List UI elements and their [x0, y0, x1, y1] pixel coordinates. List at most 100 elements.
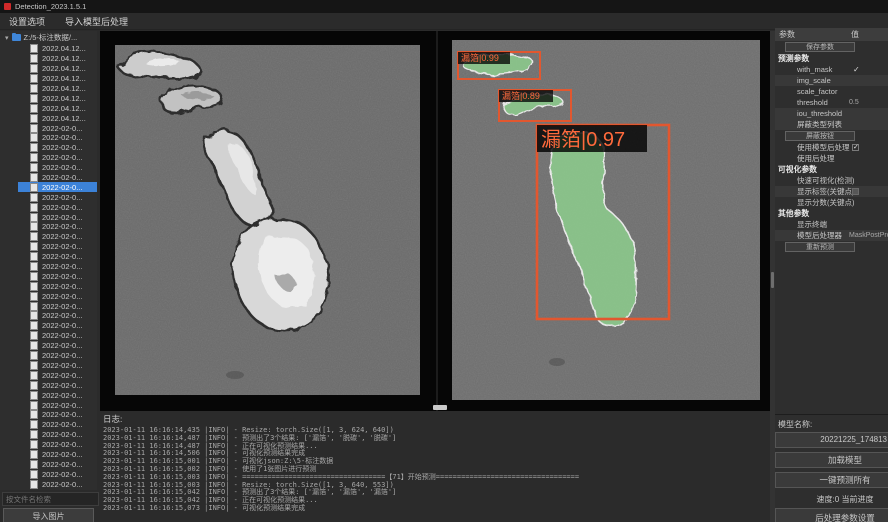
- tree-item[interactable]: 2022-02-0...: [0, 232, 97, 242]
- tree-item[interactable]: 2022-02-0...: [0, 450, 97, 460]
- menu-item-settings[interactable]: 设置选项: [9, 15, 45, 28]
- tree-item[interactable]: 2022-02-0...: [0, 143, 97, 153]
- param-column-header: 参数: [779, 28, 795, 41]
- tree-item[interactable]: 2022-02-0...: [0, 252, 97, 262]
- tree-item[interactable]: 2022-02-0...: [0, 410, 97, 420]
- tree-item[interactable]: 2022-02-0...: [0, 123, 97, 133]
- tree-item[interactable]: 2022.04.12...: [0, 54, 97, 64]
- tree-item[interactable]: 2022-02-0...: [0, 440, 97, 450]
- tree-item-label: 2022-02-0...: [42, 203, 82, 212]
- tree-item[interactable]: 2022-02-0...: [0, 331, 97, 341]
- tree-item-label: 2022.04.12...: [42, 104, 86, 113]
- param-row[interactable]: iou_threshold: [775, 108, 888, 119]
- raw-image-panel[interactable]: [115, 45, 420, 395]
- horizontal-scrollbar-thumb[interactable]: [433, 405, 447, 410]
- param-row[interactable]: 显示标签(关键点): [775, 186, 888, 197]
- param-checkbox[interactable]: [852, 188, 859, 195]
- file-icon: [30, 252, 38, 261]
- tree-item[interactable]: 2022-02-0...: [0, 301, 97, 311]
- param-row[interactable]: 模型后处理器MaskPostPro: [775, 230, 888, 241]
- model-name-field[interactable]: 20221225_174813: [775, 432, 888, 448]
- tree-item[interactable]: 2022-02-0...: [0, 153, 97, 163]
- file-icon: [30, 74, 38, 83]
- log-line: 2023-01-11 16:16:15,073 |INFO| - 可视化预测结果…: [103, 505, 770, 513]
- tree-item[interactable]: 2022.04.12...: [0, 93, 97, 103]
- tree-item[interactable]: 2022-02-0...: [0, 311, 97, 321]
- import-images-button[interactable]: 导入图片: [3, 508, 94, 522]
- prediction-image-panel[interactable]: 漏箔|0.99 漏箔|0.89 漏箔|0.97: [452, 40, 760, 400]
- tree-item[interactable]: 2022-02-0...: [0, 400, 97, 410]
- tree-item-label: 2022.04.12...: [42, 94, 86, 103]
- tree-item[interactable]: 2022-02-0...: [0, 133, 97, 143]
- param-button[interactable]: 屏蔽按钮: [785, 131, 855, 141]
- postprocess-params-button[interactable]: 后处理参数设置: [775, 508, 888, 522]
- file-icon: [30, 114, 38, 123]
- param-row[interactable]: 使用模型后处理✓: [775, 142, 888, 153]
- tree-item[interactable]: 2022-02-0...: [0, 479, 97, 489]
- tree-item[interactable]: 2022-02-0...: [0, 380, 97, 390]
- file-icon: [30, 232, 38, 241]
- tree-item[interactable]: 2022-02-0...: [0, 173, 97, 183]
- param-button[interactable]: 重新预测: [785, 242, 855, 252]
- tree-item[interactable]: 2022-02-0...: [0, 281, 97, 291]
- param-row[interactable]: with_mask✓: [775, 64, 888, 75]
- tree-item[interactable]: 2022-02-0...: [0, 469, 97, 479]
- param-label: scale_factor: [797, 87, 837, 96]
- chevron-down-icon[interactable]: ▾: [5, 34, 9, 42]
- param-row[interactable]: threshold0.5: [775, 97, 888, 108]
- tree-item[interactable]: 2022-02-0...: [0, 212, 97, 222]
- tree-item[interactable]: 2022-02-0...: [0, 351, 97, 361]
- tree-item-label: 2022-02-0...: [42, 361, 82, 370]
- tree-item[interactable]: 2022-02-0...: [0, 321, 97, 331]
- tree-item[interactable]: 2022-02-0...: [0, 341, 97, 351]
- tree-item[interactable]: 2022-02-0...: [0, 430, 97, 440]
- param-row[interactable]: 显示终端: [775, 219, 888, 230]
- tree-item[interactable]: 2022-02-0...: [0, 390, 97, 400]
- param-row[interactable]: img_scale: [775, 75, 888, 86]
- tree-item[interactable]: 2022-02-0...: [0, 291, 97, 301]
- param-button[interactable]: 保存参数: [785, 42, 855, 52]
- param-row[interactable]: 显示分数(关键点): [775, 197, 888, 208]
- param-checkbox[interactable]: ✓: [852, 144, 859, 151]
- tree-item[interactable]: 2022-02-0...: [0, 262, 97, 272]
- tree-item[interactable]: 2022-02-0...: [0, 222, 97, 232]
- tree-item[interactable]: 2022.04.12...: [0, 84, 97, 94]
- menu-item-import-post[interactable]: 导入模型后处理: [65, 15, 128, 28]
- tree-item[interactable]: 2022-02-0...: [0, 242, 97, 252]
- tree-item[interactable]: 2022-02-0...: [0, 459, 97, 469]
- tree-item-label: 2022-02-0...: [42, 242, 82, 251]
- tree-item-label: 2022.04.12...: [42, 64, 86, 73]
- tree-item[interactable]: 2022-02-0...: [0, 271, 97, 281]
- tree-item[interactable]: 2022.04.12...: [0, 64, 97, 74]
- tree-item[interactable]: 2022.04.12...: [0, 103, 97, 113]
- param-row[interactable]: scale_factor: [775, 86, 888, 97]
- tree-item-label: 2022-02-0...: [42, 311, 82, 320]
- splitter-thumb[interactable]: [771, 272, 774, 288]
- search-input[interactable]: [2, 492, 99, 506]
- tree-item[interactable]: 2022-02-0...: [0, 370, 97, 380]
- param-value: 0.5: [849, 97, 888, 108]
- load-model-button[interactable]: 加载模型: [775, 452, 888, 468]
- tree-item[interactable]: 2022-02-0...: [0, 361, 97, 371]
- predict-all-button[interactable]: 一键预测所有: [775, 472, 888, 488]
- tree-item[interactable]: 2022.04.12...: [0, 44, 97, 54]
- param-row[interactable]: 快速可视化(检测): [775, 175, 888, 186]
- tree-item[interactable]: 2022-02-0...: [0, 192, 97, 202]
- file-tree[interactable]: ▾ Z:/5-标注数据/... 2022.04.12...2022.04.12.…: [0, 31, 97, 490]
- param-row[interactable]: 屏蔽类型列表: [775, 119, 888, 130]
- file-icon: [30, 381, 38, 390]
- tree-item[interactable]: 2022-02-0...: [0, 202, 97, 212]
- tree-item[interactable]: 2022.04.12...: [0, 113, 97, 123]
- tree-item[interactable]: 2022.04.12...: [0, 74, 97, 84]
- tree-root[interactable]: ▾ Z:/5-标注数据/...: [0, 31, 97, 44]
- image-viewer-area[interactable]: 漏箔|0.99 漏箔|0.89 漏箔|0.97: [100, 31, 770, 411]
- tree-item-label: 2022-02-0...: [42, 341, 82, 350]
- tree-item[interactable]: 2022-02-0...: [0, 420, 97, 430]
- param-row[interactable]: 使用后处理: [775, 153, 888, 164]
- tree-item-label: 2022-02-0...: [42, 470, 82, 479]
- tree-item[interactable]: 2022-02-0...: [0, 163, 97, 173]
- file-icon: [30, 213, 38, 222]
- file-icon: [30, 242, 38, 251]
- tree-item[interactable]: 2022-02-0...: [0, 182, 97, 192]
- file-icon: [30, 222, 38, 231]
